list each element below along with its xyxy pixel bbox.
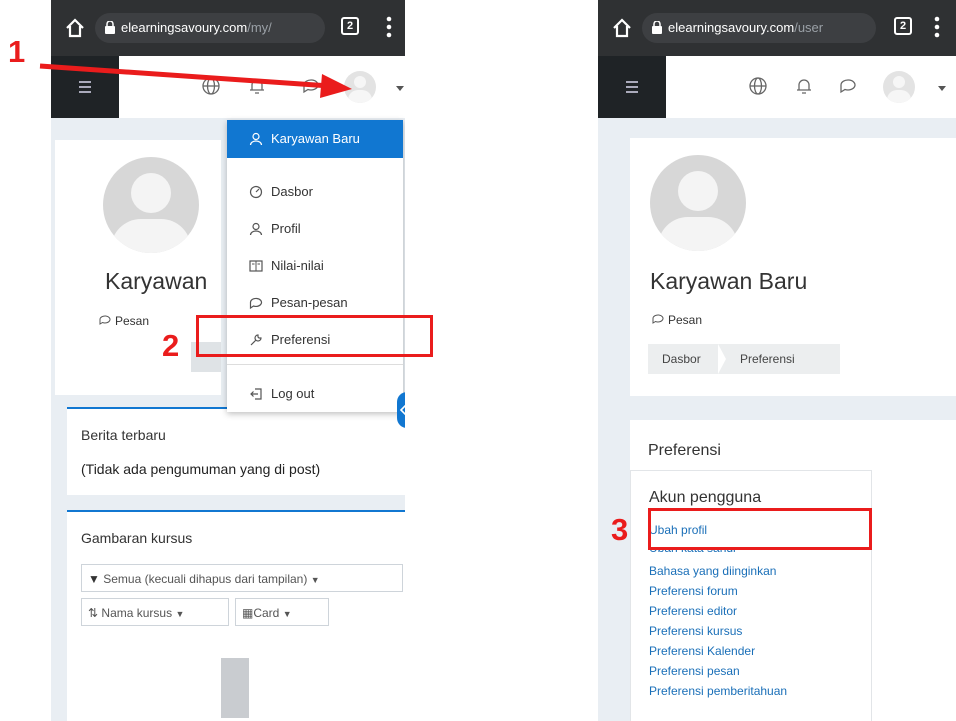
left-phone-screen: elearningsavoury.com/my/ 2 Karyawan Pesa… [51, 0, 405, 721]
preferences-heading: Preferensi [648, 442, 721, 459]
notification-bell-icon[interactable] [247, 76, 267, 96]
notification-bell-icon[interactable] [794, 76, 814, 96]
chat-icon [249, 297, 263, 310]
url-text: elearningsavoury.com/user [668, 20, 824, 35]
course-overview-title: Gambaran kursus [81, 530, 193, 546]
logout-icon [250, 388, 262, 400]
profile-name: Karyawan Baru [650, 268, 808, 294]
lock-icon [652, 21, 662, 34]
chat-bubble-icon [99, 315, 111, 325]
link-preferensi-pemberitahuan[interactable]: Preferensi pemberitahuan [649, 684, 787, 698]
more-menu-icon[interactable] [386, 16, 392, 38]
site-navbar [598, 56, 956, 118]
course-image[interactable] [221, 658, 249, 718]
drawer-toggle-button[interactable] [397, 392, 405, 428]
dropdown-user-header[interactable]: Karyawan Baru [227, 120, 403, 158]
callout-number-2: 2 [162, 328, 180, 363]
breadcrumb-item-dasbor[interactable]: Dasbor [662, 352, 701, 366]
news-empty-text: (Tidak ada pengumuman yang di post) [81, 461, 321, 477]
sort-icon: ⇅ [88, 606, 99, 620]
breadcrumb-item-preferensi: Preferensi [740, 352, 795, 366]
profile-avatar [103, 157, 199, 253]
callout-box-2 [196, 315, 433, 357]
link-preferensi-forum[interactable]: Preferensi forum [649, 584, 738, 598]
chat-bubble-icon [652, 314, 664, 324]
messages-chat-icon[interactable] [301, 76, 321, 96]
message-link[interactable]: Pesan [99, 314, 149, 328]
link-preferensi-pesan[interactable]: Preferensi pesan [649, 664, 740, 678]
user-icon [249, 132, 263, 146]
right-phone-screen: elearningsavoury.com/user 2 Karyawan Bar… [598, 0, 956, 721]
home-icon[interactable] [610, 16, 634, 40]
account-heading: Akun pengguna [649, 489, 762, 506]
callout-number-1: 1 [8, 34, 26, 69]
menu-toggle-button[interactable] [51, 56, 119, 118]
callout-box-3 [648, 508, 872, 550]
news-block: Berita terbaru (Tidak ada pengumuman yan… [67, 407, 405, 495]
user-dropdown-menu: Karyawan Baru Dasbor Profil Nilai-nilai … [227, 120, 403, 412]
breadcrumb-separator [718, 344, 726, 374]
chevron-down-icon[interactable] [396, 86, 404, 91]
view-select[interactable]: ▦Card ▼ [235, 598, 329, 626]
link-preferensi-kalender[interactable]: Preferensi Kalender [649, 644, 755, 658]
profile-name: Karyawan [105, 268, 208, 294]
message-link[interactable]: Pesan [652, 313, 702, 327]
messages-chat-icon[interactable] [838, 76, 858, 96]
browser-toolbar: elearningsavoury.com/my/ 2 [51, 0, 405, 56]
grid-icon: ▦ [242, 606, 254, 620]
dashboard-icon [249, 185, 263, 199]
sort-select[interactable]: ⇅ Nama kursus ▼ [81, 598, 229, 626]
link-preferensi-kursus[interactable]: Preferensi kursus [649, 624, 742, 638]
profile-card: Karyawan Baru Pesan Dasbor Preferensi [630, 138, 956, 396]
language-globe-icon[interactable] [748, 76, 768, 96]
breadcrumb: Dasbor Preferensi [648, 344, 840, 374]
address-bar[interactable]: elearningsavoury.com/my/ [95, 13, 325, 43]
site-navbar [51, 56, 405, 118]
filter-icon: ▼ [88, 572, 100, 586]
more-menu-icon[interactable] [934, 16, 940, 38]
language-globe-icon[interactable] [201, 76, 221, 96]
filter-select[interactable]: ▼ Semua (kecuali dihapus dari tampilan) … [81, 564, 403, 592]
lock-icon [105, 21, 115, 34]
grades-icon [249, 260, 263, 272]
user-avatar-icon[interactable] [344, 71, 376, 103]
home-icon[interactable] [63, 16, 87, 40]
chevron-down-icon[interactable] [938, 86, 946, 91]
user-icon [249, 222, 263, 236]
profile-avatar [650, 155, 746, 251]
dropdown-user-name: Karyawan Baru [271, 131, 360, 146]
url-text: elearningsavoury.com/my/ [121, 20, 272, 35]
callout-number-3: 3 [611, 512, 629, 547]
news-title: Berita terbaru [81, 427, 166, 443]
tabs-count-icon[interactable]: 2 [341, 17, 359, 35]
menu-toggle-button[interactable] [598, 56, 666, 118]
user-avatar-icon[interactable] [883, 71, 915, 103]
link-preferensi-editor[interactable]: Preferensi editor [649, 604, 737, 618]
address-bar[interactable]: elearningsavoury.com/user [642, 13, 876, 43]
tabs-count-icon[interactable]: 2 [894, 17, 912, 35]
menu-divider [227, 364, 403, 365]
link-bahasa[interactable]: Bahasa yang diinginkan [649, 564, 776, 578]
course-overview-block: Gambaran kursus ▼ Semua (kecuali dihapus… [67, 510, 405, 721]
chevron-left-icon [399, 404, 405, 416]
browser-toolbar: elearningsavoury.com/user 2 [598, 0, 956, 56]
